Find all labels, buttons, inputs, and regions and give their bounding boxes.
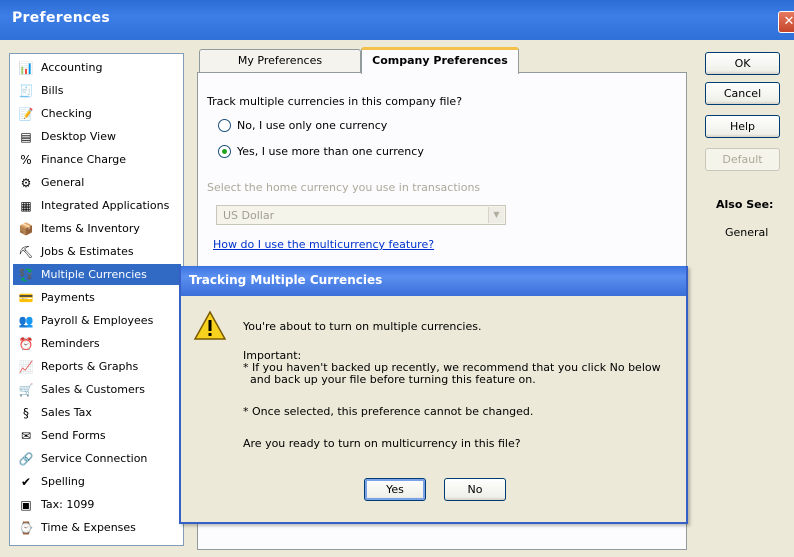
modal-question: Are you ready to turn on multicurrency i…	[243, 437, 521, 450]
tax-1099-icon: ▣	[20, 497, 32, 512]
modal-titlebar: Tracking Multiple Currencies	[181, 266, 686, 296]
bills-icon: 🧾	[18, 83, 34, 98]
sidebar-item-label: Payroll & Employees	[41, 314, 154, 327]
payroll-employees-icon: 👥	[18, 313, 34, 328]
finance-charge-icon: %	[20, 152, 32, 167]
sidebar-item-label: Integrated Applications	[41, 199, 170, 212]
sidebar-item-label: Bills	[41, 84, 64, 97]
also-see-general-link[interactable]: General	[725, 226, 768, 239]
sidebar-item-label: Jobs & Estimates	[41, 245, 134, 258]
sidebar-item-label: Service Connection	[41, 452, 148, 465]
home-currency-select[interactable]: US Dollar ▼	[216, 205, 506, 225]
sidebar-item-general[interactable]: ⚙ General	[13, 172, 181, 193]
sidebar-item-label: Spelling	[41, 475, 85, 488]
jobs-estimates-icon: ⛏	[18, 244, 34, 259]
sidebar-item-time-expenses[interactable]: ⌚ Time & Expenses	[13, 517, 181, 538]
sidebar-item-label: Reminders	[41, 337, 100, 350]
spelling-icon: ✔	[20, 474, 32, 489]
sales-tax-icon: §	[23, 405, 29, 420]
sidebar-item-label: Reports & Graphs	[41, 360, 139, 373]
ok-button[interactable]: OK	[705, 52, 780, 75]
close-icon: ✕	[783, 14, 794, 29]
multiple-currencies-icon: 💱	[18, 267, 34, 282]
radio-yes-label[interactable]: Yes, I use more than one currency	[237, 145, 424, 158]
default-button[interactable]: Default	[705, 148, 780, 171]
tab-my-preferences[interactable]: My Preferences	[199, 49, 361, 73]
sidebar-item-label: General	[41, 176, 85, 189]
sidebar-item-finance-charge[interactable]: % Finance Charge	[13, 149, 181, 170]
sidebar-item-integrated-applications[interactable]: ▦ Integrated Applications	[13, 195, 181, 216]
items-inventory-icon: 📦	[18, 221, 34, 236]
sidebar-item-label: Desktop View	[41, 130, 116, 143]
send-forms-icon: ✉	[20, 428, 32, 443]
modal-message-line1: You're about to turn on multiple currenc…	[243, 320, 482, 333]
accounting-icon: 📊	[18, 60, 34, 75]
sidebar-item-payroll-employees[interactable]: 👥 Payroll & Employees	[13, 310, 181, 331]
sidebar-item-label: Items & Inventory	[41, 222, 140, 235]
sidebar-item-payments[interactable]: 💳 Payments	[13, 287, 181, 308]
also-see-title: Also See:	[716, 198, 774, 211]
yes-button[interactable]: Yes	[364, 478, 426, 501]
window-title: Preferences	[12, 10, 111, 26]
sidebar-item-label: Payments	[41, 291, 95, 304]
sidebar-item-multiple-currencies[interactable]: 💱 Multiple Currencies	[13, 264, 181, 285]
tab-company-preferences[interactable]: Company Preferences	[361, 47, 519, 74]
sidebar-item-checking[interactable]: 📝 Checking	[13, 103, 181, 124]
desktop-view-icon: ▤	[20, 129, 32, 144]
modal-important-line2: and back up your file before turning thi…	[243, 373, 536, 386]
modal-once-selected-note: * Once selected, this preference cannot …	[243, 405, 534, 418]
sidebar-item-send-forms[interactable]: ✉ Send Forms	[13, 425, 181, 446]
sidebar-item-label: Sales & Customers	[41, 383, 146, 396]
radio-yes-multiple-currencies[interactable]	[218, 145, 231, 158]
home-currency-label: Select the home currency you use in tran…	[207, 181, 481, 194]
modal-title: Tracking Multiple Currencies	[189, 273, 383, 287]
sidebar-item-reminders[interactable]: ⏰ Reminders	[13, 333, 181, 354]
warning-icon	[193, 310, 227, 340]
checking-icon: 📝	[18, 106, 34, 121]
payments-icon: 💳	[18, 290, 34, 305]
sidebar-item-bills[interactable]: 🧾 Bills	[13, 80, 181, 101]
radio-no-label[interactable]: No, I use only one currency	[237, 119, 387, 132]
sidebar-item-jobs-estimates[interactable]: ⛏ Jobs & Estimates	[13, 241, 181, 262]
preferences-category-list[interactable]: 📊 Accounting 🧾 Bills 📝 Checking ▤ Deskto…	[9, 53, 184, 546]
sidebar-item-desktop-view[interactable]: ▤ Desktop View	[13, 126, 181, 147]
window-titlebar: Preferences ✕	[0, 0, 794, 40]
no-button[interactable]: No	[444, 478, 506, 501]
sidebar-item-accounting[interactable]: 📊 Accounting	[13, 57, 181, 78]
sidebar-item-label: Multiple Currencies	[41, 268, 147, 281]
track-currencies-question: Track multiple currencies in this compan…	[207, 95, 463, 108]
home-currency-value: US Dollar	[223, 209, 275, 222]
service-connection-icon: 🔗	[18, 451, 34, 466]
sidebar-item-service-connection[interactable]: 🔗 Service Connection	[13, 448, 181, 469]
sidebar-item-label: Send Forms	[41, 429, 106, 442]
sidebar-item-items-inventory[interactable]: 📦 Items & Inventory	[13, 218, 181, 239]
reports-graphs-icon: 📈	[18, 359, 34, 374]
multicurrency-help-link[interactable]: How do I use the multicurrency feature?	[213, 238, 434, 251]
general-icon: ⚙	[20, 175, 32, 190]
radio-no-single-currency[interactable]	[218, 119, 231, 132]
sidebar-item-sales-tax[interactable]: § Sales Tax	[13, 402, 181, 423]
sidebar-item-reports-graphs[interactable]: 📈 Reports & Graphs	[13, 356, 181, 377]
tracking-multiple-currencies-dialog: Tracking Multiple Currencies You're abou…	[179, 266, 688, 524]
time-expenses-icon: ⌚	[18, 520, 34, 535]
sidebar-item-label: Sales Tax	[41, 406, 92, 419]
sidebar-item-label: Checking	[41, 107, 92, 120]
chevron-down-icon[interactable]: ▼	[488, 207, 504, 223]
sidebar-item-label: Finance Charge	[41, 153, 127, 166]
sidebar-item-label: Time & Expenses	[41, 521, 136, 534]
sales-customers-icon: 🛒	[18, 382, 34, 397]
sidebar-item-spelling[interactable]: ✔ Spelling	[13, 471, 181, 492]
sidebar-item-label: Tax: 1099	[41, 498, 95, 511]
cancel-button[interactable]: Cancel	[705, 82, 780, 105]
integrated-applications-icon: ▦	[20, 198, 32, 213]
sidebar-item-sales-customers[interactable]: 🛒 Sales & Customers	[13, 379, 181, 400]
reminders-icon: ⏰	[18, 336, 34, 351]
close-button[interactable]: ✕	[778, 11, 794, 33]
sidebar-item-tax-1099[interactable]: ▣ Tax: 1099	[13, 494, 181, 515]
sidebar-item-label: Accounting	[41, 61, 103, 74]
help-button[interactable]: Help	[705, 115, 780, 138]
